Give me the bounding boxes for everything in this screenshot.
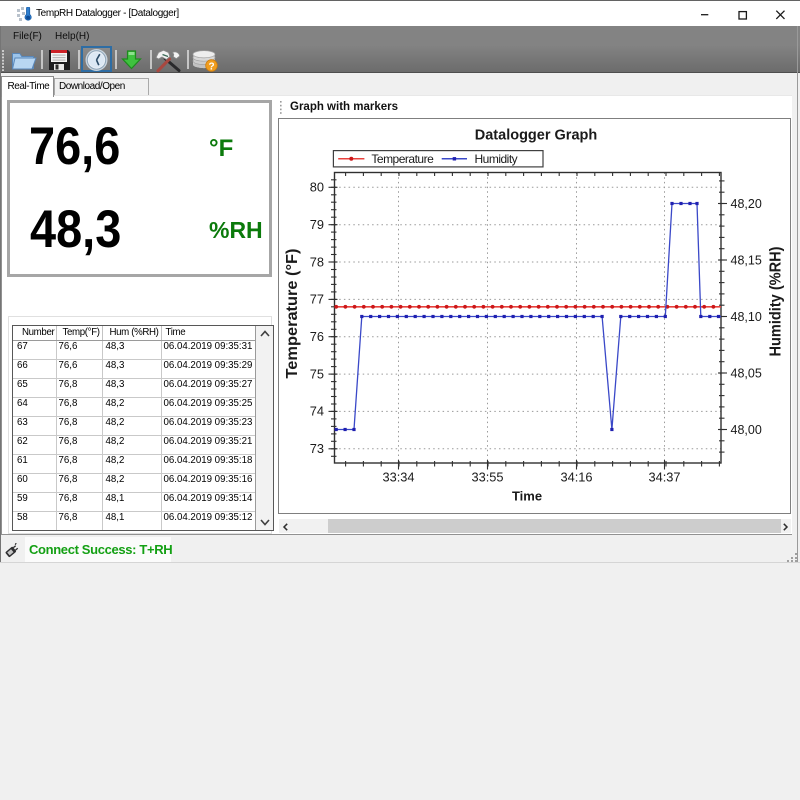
svg-text:Time: Time <box>512 489 542 504</box>
svg-text:78: 78 <box>310 254 324 269</box>
svg-text:79: 79 <box>310 217 324 232</box>
svg-text:76: 76 <box>310 329 324 344</box>
svg-text:34:37: 34:37 <box>648 470 680 485</box>
svg-text:80: 80 <box>310 180 324 195</box>
svg-text:33:55: 33:55 <box>471 470 503 485</box>
svg-text:48,15: 48,15 <box>731 253 762 267</box>
svg-text:Humidity (%RH): Humidity (%RH) <box>768 247 785 357</box>
svg-text:73: 73 <box>310 441 324 456</box>
svg-text:48,20: 48,20 <box>731 197 762 211</box>
svg-text:Datalogger Graph: Datalogger Graph <box>475 128 597 144</box>
svg-text:Humidity: Humidity <box>475 152 518 166</box>
svg-text:48,05: 48,05 <box>731 366 762 380</box>
svg-text:?: ? <box>208 61 214 72</box>
svg-text:48,00: 48,00 <box>731 423 762 437</box>
svg-text:75: 75 <box>310 366 324 381</box>
svg-text:74: 74 <box>310 404 324 419</box>
svg-text:Temperature: Temperature <box>371 152 434 166</box>
svg-text:Temperature (°F): Temperature (°F) <box>284 249 301 379</box>
svg-text:77: 77 <box>310 292 324 307</box>
svg-text:48,10: 48,10 <box>731 310 762 324</box>
svg-text:33:34: 33:34 <box>382 470 414 485</box>
svg-text:34:16: 34:16 <box>560 470 592 485</box>
